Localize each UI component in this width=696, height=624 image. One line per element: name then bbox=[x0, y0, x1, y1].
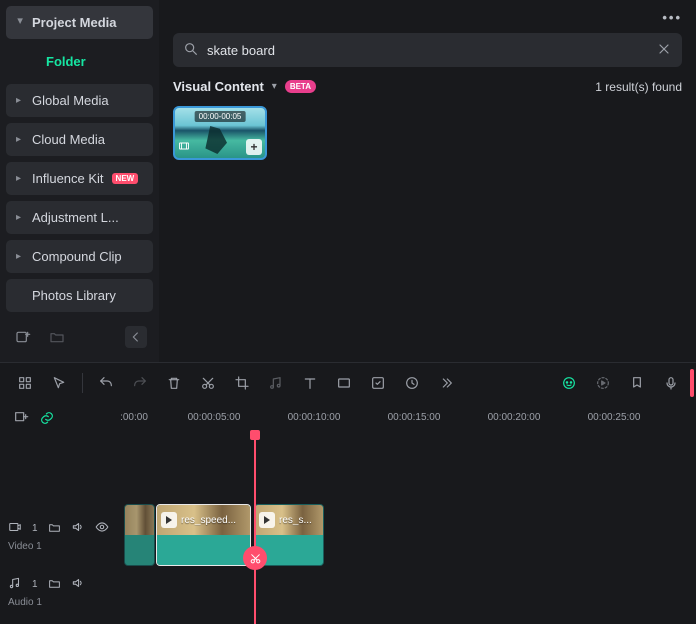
chevron-right-icon: ▸ bbox=[16, 212, 24, 223]
folder-icon[interactable] bbox=[48, 521, 61, 537]
speed-icon[interactable] bbox=[397, 368, 427, 398]
track-label: Video 1 bbox=[8, 541, 120, 552]
ruler-tick: 00:00:15:00 bbox=[388, 412, 441, 423]
render-icon[interactable] bbox=[588, 368, 618, 398]
add-to-timeline-icon[interactable]: + bbox=[246, 139, 262, 155]
sidebar-item-compound-clip[interactable]: ▸ Compound Clip bbox=[6, 240, 153, 273]
audio-lane[interactable] bbox=[120, 568, 696, 616]
add-media-icon[interactable] bbox=[12, 326, 34, 348]
track-label: Audio 1 bbox=[8, 597, 120, 608]
undo-icon[interactable] bbox=[91, 368, 121, 398]
sidebar-item-label: Photos Library bbox=[32, 288, 116, 303]
more-menu-icon[interactable]: ••• bbox=[662, 10, 682, 25]
chevron-right-icon: ▸ bbox=[16, 134, 24, 145]
track-index: 1 bbox=[32, 523, 38, 534]
split-clip-icon[interactable] bbox=[243, 546, 267, 570]
sidebar-item-cloud-media[interactable]: ▸ Cloud Media bbox=[6, 123, 153, 156]
search-bar[interactable] bbox=[173, 33, 682, 67]
sidebar-item-photos-library[interactable]: Photos Library bbox=[6, 279, 153, 312]
beta-badge: BETA bbox=[285, 80, 316, 93]
sidebar-item-label: Adjustment L... bbox=[32, 210, 119, 225]
filmstrip-icon bbox=[178, 140, 190, 155]
ruler-tick: 00:00:10:00 bbox=[288, 412, 341, 423]
sidebar-item-influence-kit[interactable]: ▸ Influence Kit NEW bbox=[6, 162, 153, 195]
ruler-tick: 00:00:25:00 bbox=[588, 412, 641, 423]
auto-reframe-icon[interactable] bbox=[8, 405, 34, 431]
timeline-ruler[interactable]: :00:00 00:00:05:00 00:00:10:00 00:00:15:00 0… bbox=[114, 402, 696, 434]
audio-track: 1 Audio 1 bbox=[0, 568, 696, 616]
video-lane[interactable]: res_speed... res_s... bbox=[120, 504, 696, 568]
chevron-right-icon: ▸ bbox=[16, 95, 24, 106]
clip-play-icon bbox=[259, 512, 275, 528]
media-thumbnail[interactable]: 00:00-00:05 + bbox=[173, 106, 267, 160]
sidebar-item-label: Compound Clip bbox=[32, 249, 122, 264]
sidebar-item-project-media[interactable]: ▸ Project Media bbox=[6, 6, 153, 39]
selection-tool-icon[interactable] bbox=[44, 368, 74, 398]
filter-dropdown-label[interactable]: Visual Content bbox=[173, 79, 264, 94]
sidebar-item-label: Cloud Media bbox=[32, 132, 105, 147]
content-pane: ••• Visual Content ▾ BETA 1 result(s) fo… bbox=[159, 0, 696, 362]
marker-icon[interactable] bbox=[622, 368, 652, 398]
ruler-tick: 00:00:20:00 bbox=[488, 412, 541, 423]
new-badge: NEW bbox=[112, 173, 139, 184]
effects-icon[interactable] bbox=[363, 368, 393, 398]
sidebar-item-adjustment-layer[interactable]: ▸ Adjustment L... bbox=[6, 201, 153, 234]
timeline-clip[interactable] bbox=[124, 504, 155, 566]
text-icon[interactable] bbox=[295, 368, 325, 398]
ai-assistant-icon[interactable] bbox=[554, 368, 584, 398]
sidebar-item-label: Folder bbox=[46, 54, 86, 69]
visibility-icon[interactable] bbox=[95, 520, 109, 537]
search-input[interactable] bbox=[207, 43, 656, 58]
folder-icon[interactable] bbox=[48, 577, 61, 593]
chevron-right-icon: ▸ bbox=[16, 173, 24, 184]
audio-beat-icon[interactable] bbox=[261, 368, 291, 398]
crop-icon[interactable] bbox=[227, 368, 257, 398]
collapse-sidebar-icon[interactable] bbox=[125, 326, 147, 348]
link-icon[interactable] bbox=[34, 405, 60, 431]
clip-name: res_speed... bbox=[181, 515, 236, 526]
playhead-handle[interactable] bbox=[250, 430, 260, 440]
track-index: 1 bbox=[32, 579, 38, 590]
playhead[interactable] bbox=[254, 434, 256, 624]
redo-icon[interactable] bbox=[125, 368, 155, 398]
sidebar-item-label: Influence Kit bbox=[32, 171, 104, 186]
more-tools-icon[interactable] bbox=[431, 368, 461, 398]
delete-icon[interactable] bbox=[159, 368, 189, 398]
results-count: 1 result(s) found bbox=[595, 80, 682, 94]
sidebar-item-label: Project Media bbox=[32, 15, 117, 30]
new-folder-icon[interactable] bbox=[46, 326, 68, 348]
sidebar-item-folder[interactable]: Folder bbox=[6, 45, 153, 78]
video-track-icon bbox=[8, 520, 22, 537]
chevron-down-icon: ▸ bbox=[15, 19, 26, 27]
mute-icon[interactable] bbox=[71, 576, 85, 593]
grid-icon[interactable] bbox=[10, 368, 40, 398]
chevron-right-icon: ▸ bbox=[16, 251, 24, 262]
clip-name: res_s... bbox=[279, 515, 312, 526]
video-track: 1 Video 1 res_speed... res_s... bbox=[0, 504, 696, 568]
ruler-tick: 00:00:05:00 bbox=[188, 412, 241, 423]
sidebar-item-global-media[interactable]: ▸ Global Media bbox=[6, 84, 153, 117]
aspect-icon[interactable] bbox=[329, 368, 359, 398]
thumbnail-duration: 00:00-00:05 bbox=[195, 111, 246, 122]
mute-icon[interactable] bbox=[71, 520, 85, 537]
timeline-toolbar bbox=[0, 362, 696, 402]
audio-track-icon bbox=[8, 576, 22, 593]
tracks-area: 1 Video 1 res_speed... res_s... 1 bbox=[0, 434, 696, 624]
voiceover-icon[interactable] bbox=[656, 368, 686, 398]
media-sidebar: ▸ Project Media Folder ▸ Global Media ▸ … bbox=[0, 0, 159, 362]
search-icon bbox=[183, 41, 199, 60]
clear-search-icon[interactable] bbox=[656, 41, 672, 60]
sidebar-item-label: Global Media bbox=[32, 93, 109, 108]
cut-icon[interactable] bbox=[193, 368, 223, 398]
chevron-down-icon[interactable]: ▾ bbox=[272, 81, 277, 92]
timeline: :00:00 00:00:05:00 00:00:10:00 00:00:15:00 0… bbox=[0, 402, 696, 624]
clip-play-icon bbox=[161, 512, 177, 528]
ruler-tick: :00:00 bbox=[120, 412, 148, 423]
lock-indicator bbox=[690, 369, 694, 397]
timeline-clip[interactable]: res_speed... bbox=[156, 504, 251, 566]
